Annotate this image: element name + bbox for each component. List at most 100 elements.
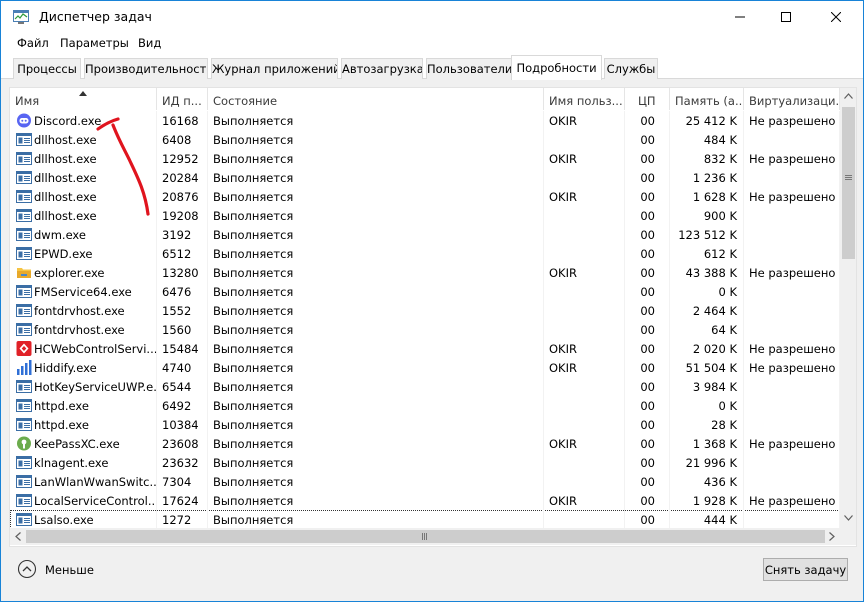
minimize-button[interactable]: [717, 1, 763, 32]
table-row[interactable]: klnagent.exe 23632 Выполняется 00 21 996 K: [10, 453, 840, 472]
close-button[interactable]: [809, 1, 863, 32]
process-name: Lsalso.exe: [34, 513, 94, 527]
process-cpu-cell: 00: [625, 491, 670, 510]
window-exe-icon: [16, 512, 32, 527]
fewer-details-link[interactable]: Меньше: [45, 563, 94, 577]
tab-startup[interactable]: Автозагрузка: [341, 58, 423, 79]
column-header-virtualization[interactable]: Виртуализаци...: [744, 88, 840, 110]
tab-users[interactable]: Пользователи: [426, 58, 512, 79]
process-name-cell: dllhost.exe: [10, 149, 157, 168]
column-header-status[interactable]: Состояние: [208, 88, 544, 110]
process-name: LocalServiceControl....: [34, 494, 157, 508]
table-row[interactable]: httpd.exe 6492 Выполняется 00 0 K: [10, 396, 840, 415]
process-user-cell: [544, 206, 625, 225]
table-row[interactable]: FMService64.exe 6476 Выполняется 00 0 K: [10, 282, 840, 301]
process-user-cell: [544, 377, 625, 396]
process-name-cell: LocalServiceControl....: [10, 491, 157, 510]
table-row[interactable]: KeePassXC.exe 23608 Выполняется OKIR 00 1 368…: [10, 434, 840, 453]
tab-details[interactable]: Подробности: [511, 55, 602, 80]
table-row[interactable]: dwm.exe 3192 Выполняется 00 123 512 K: [10, 225, 840, 244]
end-task-button[interactable]: Снять задачу: [763, 558, 848, 581]
table-row[interactable]: Hiddify.exe 4740 Выполняется OKIR 00 51 504 K…: [10, 358, 840, 377]
process-user-cell: [544, 415, 625, 434]
table-row[interactable]: Discord.exe 16168 Выполняется OKIR 00 25 412 …: [10, 111, 840, 130]
column-header-cpu[interactable]: ЦП: [625, 88, 670, 110]
process-user-cell: [544, 301, 625, 320]
process-user-cell: OKIR: [544, 434, 625, 453]
table-header: Имя ИД п... Состояние Имя польз... ЦП Па…: [10, 88, 840, 110]
process-mem-cell: 444 K: [670, 510, 744, 529]
table-row[interactable]: EPWD.exe 6512 Выполняется 00 612 K: [10, 244, 840, 263]
tab-services[interactable]: Службы: [604, 58, 658, 79]
table-row[interactable]: httpd.exe 10384 Выполняется 00 28 K: [10, 415, 840, 434]
process-user-cell: [544, 396, 625, 415]
table-row[interactable]: explorer.exe 13280 Выполняется OKIR 00 43 388…: [10, 263, 840, 282]
table-row[interactable]: dllhost.exe 20284 Выполняется 00 1 236 K: [10, 168, 840, 187]
process-status-cell: Выполняется: [208, 111, 544, 130]
column-header-label: Имя: [15, 94, 40, 108]
process-user-cell: OKIR: [544, 149, 625, 168]
menu-options[interactable]: Параметры: [60, 36, 129, 50]
table-row[interactable]: dllhost.exe 12952 Выполняется OKIR 00 832 K Не…: [10, 149, 840, 168]
process-cpu-cell: 00: [625, 263, 670, 282]
table-row[interactable]: dllhost.exe 6408 Выполняется 00 484 K: [10, 130, 840, 149]
table-row[interactable]: fontdrvhost.exe 1560 Выполняется 00 64 K: [10, 320, 840, 339]
vertical-scrollbar[interactable]: [840, 88, 856, 528]
column-header-pid[interactable]: ИД п...: [157, 88, 208, 110]
process-name: LanWlanWwanSwitc...: [34, 475, 157, 489]
table-row[interactable]: fontdrvhost.exe 1552 Выполняется 00 2 464 K: [10, 301, 840, 320]
process-cpu-cell: 00: [625, 358, 670, 377]
table-row[interactable]: HCWebControlServi... 15484 Выполняется OKIR…: [10, 339, 840, 358]
process-cpu-cell: 00: [625, 225, 670, 244]
table-row[interactable]: LanWlanWwanSwitc... 7304 Выполняется 00 436 …: [10, 472, 840, 491]
process-status-cell: Выполняется: [208, 130, 544, 149]
process-status-cell: Выполняется: [208, 225, 544, 244]
process-cpu-cell: 00: [625, 396, 670, 415]
vertical-scroll-thumb[interactable]: [842, 107, 855, 259]
table-row[interactable]: HotKeyServiceUWP.e... 6544 Выполняется 00 3 …: [10, 377, 840, 396]
window-exe-icon: [16, 227, 32, 242]
process-cpu-cell: 00: [625, 168, 670, 187]
process-mem-cell: 28 K: [670, 415, 744, 434]
title-bar[interactable]: Диспетчер задач: [1, 1, 863, 32]
process-mem-cell: 1 928 K: [670, 491, 744, 510]
scroll-down-arrow-icon: [844, 515, 853, 521]
menu-view[interactable]: Вид: [138, 36, 161, 50]
tab-performance[interactable]: Производительность: [84, 58, 208, 79]
process-status-cell: Выполняется: [208, 339, 544, 358]
maximize-button[interactable]: [763, 1, 809, 32]
column-header-memory[interactable]: Память (а...: [670, 88, 744, 110]
process-name-cell: dllhost.exe: [10, 168, 157, 187]
process-mem-cell: 1 236 K: [670, 168, 744, 187]
table-row[interactable]: Lsalso.exe 1272 Выполняется 00 444 K: [10, 510, 840, 529]
process-mem-cell: 0 K: [670, 282, 744, 301]
column-header-name[interactable]: Имя: [10, 88, 157, 110]
process-virt-cell: [744, 415, 840, 434]
process-user-cell: OKIR: [544, 339, 625, 358]
table-row[interactable]: dllhost.exe 20876 Выполняется OKIR 00 1 628 K…: [10, 187, 840, 206]
process-name: dwm.exe: [34, 228, 86, 242]
column-header-user[interactable]: Имя польз...: [544, 88, 625, 110]
process-pid-cell: 6492: [157, 396, 208, 415]
process-virt-cell: [744, 168, 840, 187]
chevron-up-circle-icon[interactable]: [17, 559, 37, 579]
process-name: EPWD.exe: [34, 247, 93, 261]
table-row[interactable]: dllhost.exe 19208 Выполняется 00 900 K: [10, 206, 840, 225]
window-exe-icon: [16, 132, 32, 147]
process-status-cell: Выполняется: [208, 187, 544, 206]
horizontal-scroll-thumb[interactable]: [26, 530, 825, 543]
process-user-cell: [544, 282, 625, 301]
process-cpu-cell: 00: [625, 320, 670, 339]
tab-app-history[interactable]: Журнал приложений: [211, 58, 338, 79]
process-status-cell: Выполняется: [208, 472, 544, 491]
tab-strip: Процессы Производительность Журнал прило…: [1, 54, 863, 80]
process-user-cell: [544, 472, 625, 491]
process-pid-cell: 7304: [157, 472, 208, 491]
tab-processes[interactable]: Процессы: [13, 58, 81, 79]
table-row[interactable]: LocalServiceControl.... 17624 Выполняется O…: [10, 491, 840, 510]
horizontal-scrollbar[interactable]: [10, 528, 840, 545]
process-name-cell: dllhost.exe: [10, 130, 157, 149]
menu-file[interactable]: Файл: [17, 36, 49, 50]
process-mem-cell: 43 388 K: [670, 263, 744, 282]
process-name: httpd.exe: [34, 399, 89, 413]
